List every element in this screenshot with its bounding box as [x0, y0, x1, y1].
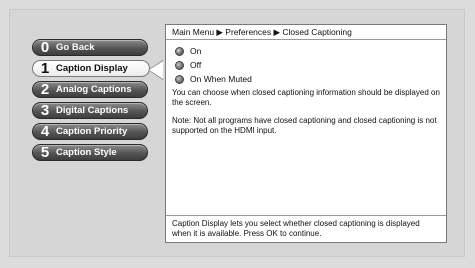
note-text: Note: Not all programs have closed capti… — [172, 116, 437, 135]
option-on-when-muted[interactable]: On When Muted — [175, 72, 446, 86]
radio-selected-icon — [175, 46, 184, 56]
radio-icon — [175, 60, 184, 70]
radio-icon — [175, 74, 184, 84]
menu-label: Caption Style — [56, 147, 117, 158]
menu-label: Caption Priority — [56, 126, 128, 137]
menu-label: Digital Captions — [56, 105, 129, 116]
go-back-button[interactable]: 0 Go Back — [32, 39, 148, 56]
option-label: Off — [190, 60, 202, 70]
description-text: You can choose when closed captioning in… — [172, 88, 440, 107]
menu-number: 1 — [40, 60, 50, 77]
tv-menu-screen: 0 Go Back 1 Caption Display 2 Analog Cap… — [0, 0, 475, 268]
caption-priority-button[interactable]: 4 Caption Priority — [32, 123, 148, 140]
description: You can choose when closed captioning in… — [166, 86, 446, 136]
option-label: On When Muted — [190, 74, 252, 84]
menu-label: Caption Display — [56, 63, 128, 74]
menu-number: 2 — [40, 81, 50, 98]
analog-captions-button[interactable]: 2 Analog Captions — [32, 81, 148, 98]
left-menu: 0 Go Back 1 Caption Display 2 Analog Cap… — [32, 39, 152, 165]
menu-label: Analog Captions — [56, 84, 132, 95]
caption-display-button[interactable]: 1 Caption Display — [32, 60, 150, 77]
menu-label: Go Back — [56, 42, 95, 53]
menu-number: 3 — [40, 102, 50, 119]
option-label: On — [190, 46, 202, 56]
option-off[interactable]: Off — [175, 58, 446, 72]
caption-style-button[interactable]: 5 Caption Style — [32, 144, 148, 161]
settings-panel: Main Menu ▶ Preferences ▶ Closed Caption… — [165, 24, 447, 243]
option-on[interactable]: On — [175, 44, 446, 58]
breadcrumb: Main Menu ▶ Preferences ▶ Closed Caption… — [166, 25, 446, 40]
menu-number: 0 — [40, 39, 50, 56]
menu-number: 4 — [40, 123, 50, 140]
digital-captions-button[interactable]: 3 Digital Captions — [32, 102, 148, 119]
caption-display-options: On Off On When Muted — [166, 40, 446, 86]
menu-number: 5 — [40, 144, 50, 161]
help-footer: Caption Display lets you select whether … — [166, 215, 446, 242]
selection-pointer — [149, 61, 163, 79]
